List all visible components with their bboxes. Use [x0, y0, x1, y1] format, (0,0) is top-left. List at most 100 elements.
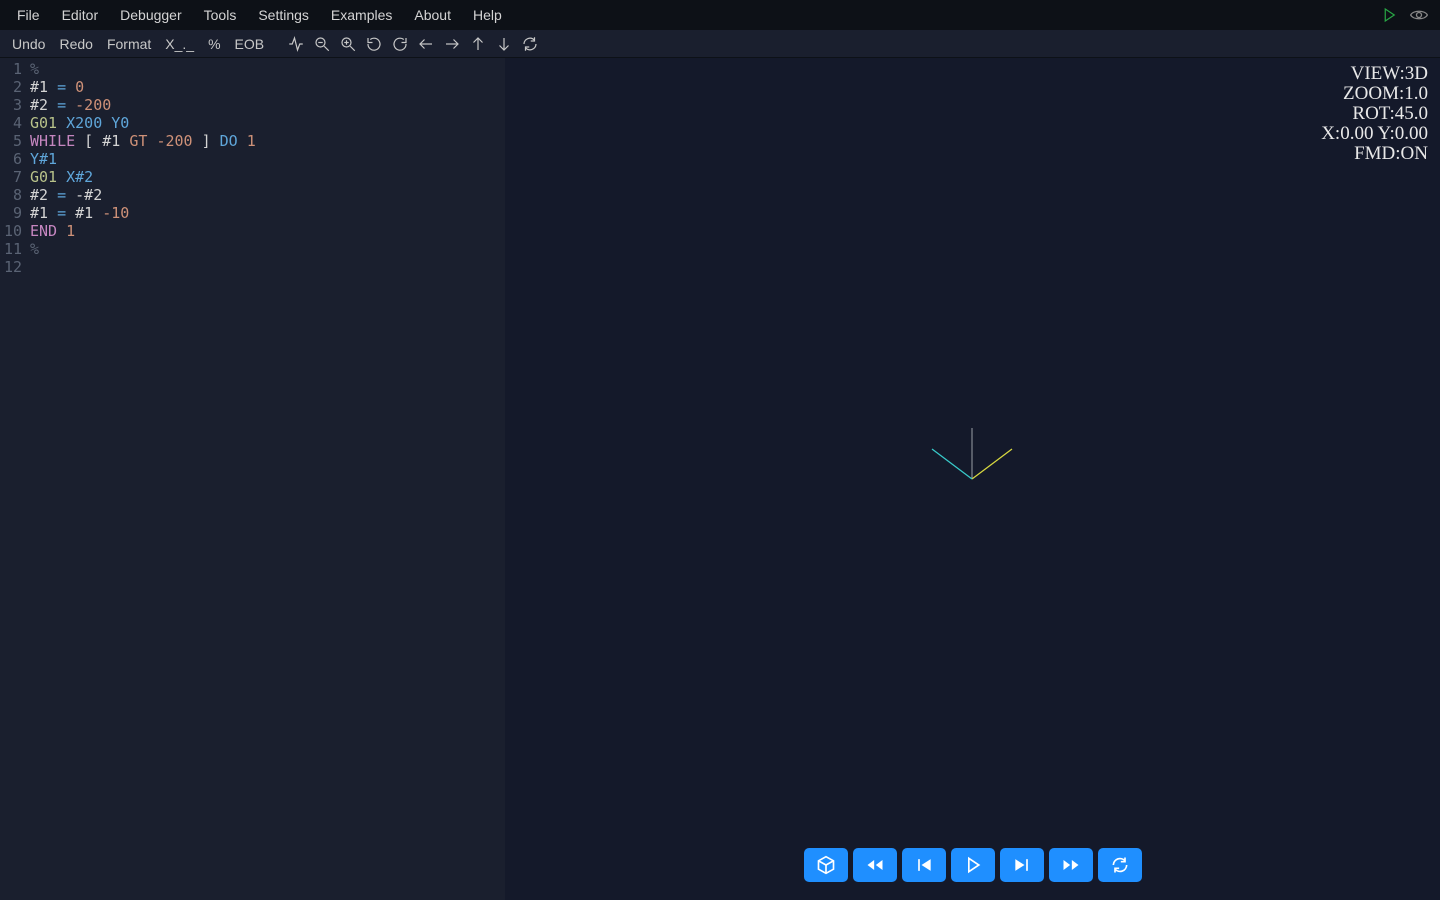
eye-icon [1409, 5, 1429, 25]
line-number: 5 [0, 132, 30, 150]
arrow-left-icon [417, 35, 435, 53]
overlay-view: VIEW:3D [1321, 64, 1428, 84]
play-outline-icon [963, 855, 983, 875]
activity-button[interactable] [284, 30, 308, 58]
line-content: #1 = 0 [30, 78, 84, 96]
line-number: 12 [0, 258, 30, 276]
skip-forward-button[interactable] [1000, 848, 1044, 882]
code-line[interactable]: 9#1 = #1 -10 [0, 204, 505, 222]
arrow-right-icon [443, 35, 461, 53]
axes-gizmo [505, 58, 1440, 900]
menu-examples[interactable]: Examples [320, 0, 403, 30]
zoom-in-icon [339, 35, 357, 53]
line-content: END 1 [30, 222, 75, 240]
code-line[interactable]: 6Y#1 [0, 150, 505, 168]
arrow-right-button[interactable] [440, 30, 464, 58]
line-number: 7 [0, 168, 30, 186]
line-number: 10 [0, 222, 30, 240]
line-content: G01 X#2 [30, 168, 93, 186]
view-overlay: VIEW:3D ZOOM:1.0 ROT:45.0 X:0.00 Y:0.00 … [1321, 64, 1428, 164]
line-number: 3 [0, 96, 30, 114]
skip-forward-icon [1012, 855, 1032, 875]
play-button[interactable] [951, 848, 995, 882]
menu-settings[interactable]: Settings [247, 0, 320, 30]
zoom-out-button[interactable] [310, 30, 334, 58]
line-number: 6 [0, 150, 30, 168]
rewind-button[interactable] [853, 848, 897, 882]
rotate-ccw-icon [365, 35, 383, 53]
run-button[interactable] [1374, 0, 1404, 30]
code-line[interactable]: 10END 1 [0, 222, 505, 240]
arrow-up-icon [469, 35, 487, 53]
line-content: #1 = #1 -10 [30, 204, 129, 222]
fast-forward-icon [1061, 855, 1081, 875]
skip-back-button[interactable] [902, 848, 946, 882]
line-content: G01 X200 Y0 [30, 114, 129, 132]
line-content: Y#1 [30, 150, 57, 168]
refresh-icon [521, 35, 539, 53]
code-line[interactable]: 5WHILE [ #1 GT -200 ] DO 1 [0, 132, 505, 150]
overlay-rot: ROT:45.0 [1321, 104, 1428, 124]
play-icon [1380, 6, 1398, 24]
arrow-down-button[interactable] [492, 30, 516, 58]
menu-about[interactable]: About [403, 0, 462, 30]
zoom-in-button[interactable] [336, 30, 360, 58]
code-line[interactable]: 8#2 = -#2 [0, 186, 505, 204]
code-line[interactable]: 7G01 X#2 [0, 168, 505, 186]
menu-file[interactable]: File [6, 0, 51, 30]
line-content: #2 = -200 [30, 96, 111, 114]
arrow-up-button[interactable] [466, 30, 490, 58]
code-line[interactable]: 11% [0, 240, 505, 258]
format-button[interactable]: Format [101, 30, 157, 58]
line-content: % [30, 60, 39, 78]
percent-button[interactable]: % [202, 30, 226, 58]
arrow-left-button[interactable] [414, 30, 438, 58]
line-content: % [30, 240, 39, 258]
line-number: 4 [0, 114, 30, 132]
overlay-fmd: FMD:ON [1321, 144, 1428, 164]
rotate-ccw-button[interactable] [362, 30, 386, 58]
rewind-icon [865, 855, 885, 875]
playback-toolbar [804, 848, 1142, 882]
line-content: WHILE [ #1 GT -200 ] DO 1 [30, 132, 256, 150]
workspace: 1%2#1 = 03#2 = -2004G01 X200 Y05WHILE [ … [0, 58, 1440, 900]
menu-help[interactable]: Help [462, 0, 513, 30]
loop-button[interactable] [1098, 848, 1142, 882]
rotate-cw-icon [391, 35, 409, 53]
line-number: 2 [0, 78, 30, 96]
refresh-button[interactable] [518, 30, 542, 58]
line-content: #2 = -#2 [30, 186, 102, 204]
activity-icon [287, 35, 305, 53]
line-number: 1 [0, 60, 30, 78]
code-editor[interactable]: 1%2#1 = 03#2 = -2004G01 X200 Y05WHILE [ … [0, 58, 505, 900]
code-line[interactable]: 12 [0, 258, 505, 276]
cube-icon [816, 855, 836, 875]
overlay-xy: X:0.00 Y:0.00 [1321, 124, 1428, 144]
line-number: 11 [0, 240, 30, 258]
loop-icon [1110, 855, 1130, 875]
code-line[interactable]: 3#2 = -200 [0, 96, 505, 114]
view-button[interactable] [1404, 0, 1434, 30]
redo-button[interactable]: Redo [53, 30, 98, 58]
line-number: 9 [0, 204, 30, 222]
code-line[interactable]: 2#1 = 0 [0, 78, 505, 96]
arrow-down-icon [495, 35, 513, 53]
menu-editor[interactable]: Editor [51, 0, 110, 30]
menu-debugger[interactable]: Debugger [109, 0, 193, 30]
skip-back-icon [914, 855, 934, 875]
overlay-zoom: ZOOM:1.0 [1321, 84, 1428, 104]
fast-forward-button[interactable] [1049, 848, 1093, 882]
eob-button[interactable]: EOB [229, 30, 271, 58]
zoom-out-icon [313, 35, 331, 53]
line-number: 8 [0, 186, 30, 204]
code-line[interactable]: 4G01 X200 Y0 [0, 114, 505, 132]
rotate-cw-button[interactable] [388, 30, 412, 58]
view-3d-button[interactable] [804, 848, 848, 882]
precision-button[interactable]: X_._ [159, 30, 200, 58]
menubar: File Editor Debugger Tools Settings Exam… [0, 0, 1440, 30]
editor-toolbar: Undo Redo Format X_._ % EOB [0, 30, 1440, 58]
viewport-3d[interactable]: VIEW:3D ZOOM:1.0 ROT:45.0 X:0.00 Y:0.00 … [505, 58, 1440, 900]
code-line[interactable]: 1% [0, 60, 505, 78]
undo-button[interactable]: Undo [6, 30, 51, 58]
menu-tools[interactable]: Tools [193, 0, 248, 30]
